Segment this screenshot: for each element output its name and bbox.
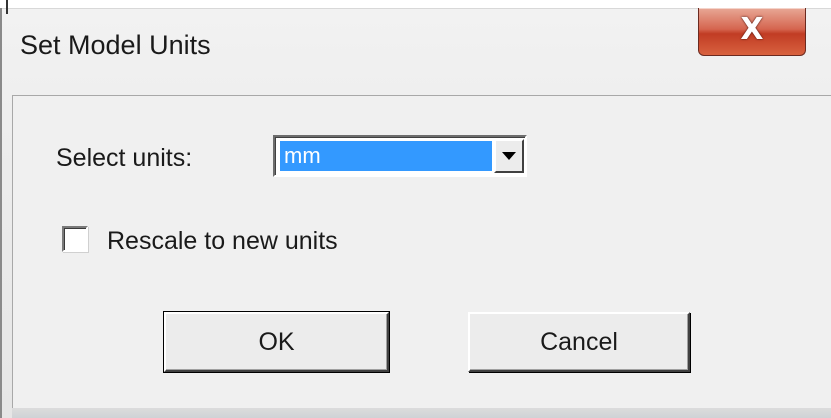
window-left-border <box>0 8 2 418</box>
rescale-checkbox[interactable] <box>62 226 88 252</box>
close-button[interactable]: X <box>698 8 806 56</box>
close-icon: X <box>740 12 764 47</box>
select-units-label: Select units: <box>56 144 193 172</box>
rescale-label[interactable]: Rescale to new units <box>107 227 338 256</box>
set-model-units-dialog: Set Model Units X Select units: mm Resca… <box>0 0 831 418</box>
cancel-button-label: Cancel <box>540 328 618 356</box>
dialog-title: Set Model Units <box>20 30 211 60</box>
cancel-button[interactable]: Cancel <box>468 312 690 372</box>
window-edge-mark <box>6 0 8 14</box>
units-select[interactable]: mm <box>273 135 527 177</box>
window-bottom-border <box>12 408 831 418</box>
units-dropdown-button[interactable] <box>494 139 524 173</box>
ok-button-label: OK <box>258 328 295 356</box>
ok-button[interactable]: OK <box>163 311 390 373</box>
triangle-down-icon <box>502 152 516 160</box>
units-select-value[interactable]: mm <box>280 141 492 171</box>
